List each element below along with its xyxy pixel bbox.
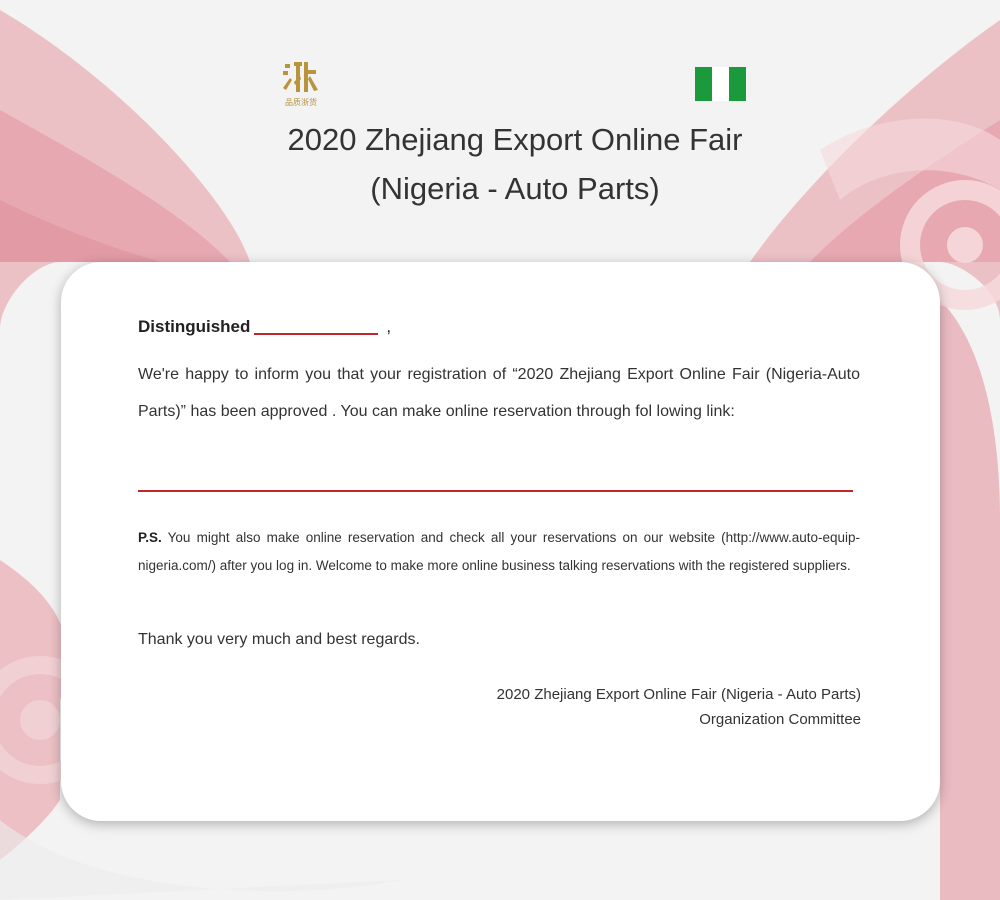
page-title-line1: 2020 Zhejiang Export Online Fair <box>287 122 743 157</box>
intro-paragraph: We're happy to inform you that your regi… <box>138 366 860 420</box>
ps-text: You might also make online reservation a… <box>138 530 860 573</box>
brand-logo-subtext: 品质浙货 <box>285 98 317 107</box>
signature: 2020 Zhejiang Export Online Fair (Nigeri… <box>497 682 861 732</box>
greeting-comma: , <box>386 317 392 336</box>
ps-paragraph: P.S. You might also make online reservat… <box>138 524 860 580</box>
signature-line2: Organization Committee <box>699 711 861 728</box>
reservation-link-line <box>138 490 853 492</box>
greeting-text: Distinguished <box>138 317 251 336</box>
recipient-name-blank <box>254 318 379 335</box>
nigeria-flag-icon <box>695 67 746 101</box>
letter-card: Distinguished, We're happy to inform you… <box>61 262 940 821</box>
signature-line1: 2020 Zhejiang Export Online Fair (Nigeri… <box>496 686 861 703</box>
closing-thanks: Thank you very much and best regards. <box>138 631 420 648</box>
greeting: Distinguished, <box>138 317 391 337</box>
page-title-line2: (Nigeria - Auto Parts) <box>370 171 660 206</box>
ps-label: P.S. <box>138 530 162 545</box>
